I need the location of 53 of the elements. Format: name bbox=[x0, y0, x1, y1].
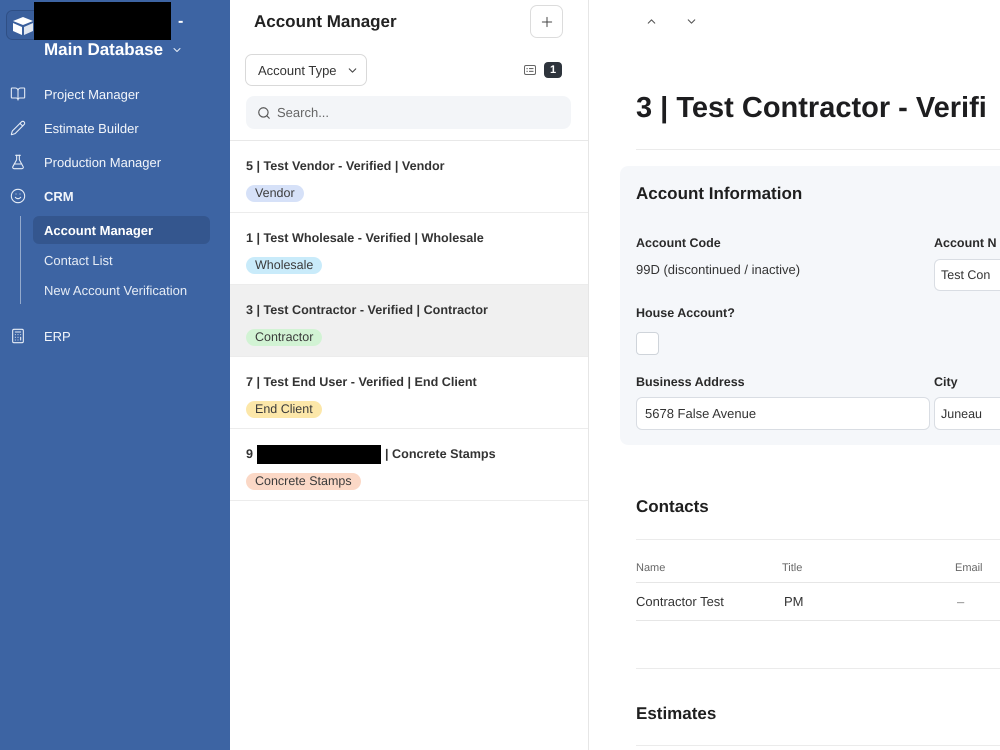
nav-item[interactable]: ERP bbox=[44, 328, 71, 344]
account-type-dropdown[interactable]: Account Type bbox=[245, 54, 367, 86]
section-heading: Estimates bbox=[636, 703, 718, 725]
field-label: House Account? bbox=[636, 305, 736, 322]
pencil-icon bbox=[10, 120, 26, 136]
field-label: Business Address bbox=[636, 374, 746, 391]
nav-subitem[interactable]: Account Manager bbox=[33, 216, 210, 244]
business-address-field[interactable]: 5678 False Avenue bbox=[636, 397, 930, 430]
field-label: City bbox=[934, 374, 959, 391]
account-title: 3 | Test Contractor - Verified | Contractor bbox=[246, 302, 488, 319]
account-title: 7 | Test End User - Verified | End Client bbox=[246, 374, 477, 391]
panel-title: Account Manager bbox=[254, 10, 397, 33]
table-cell-text: – bbox=[956, 592, 966, 610]
column-header: Name bbox=[636, 561, 666, 575]
nav-item[interactable]: Project Manager bbox=[44, 86, 140, 102]
field-label: Account Code bbox=[636, 235, 722, 252]
search-field[interactable]: Search... bbox=[246, 96, 571, 129]
flask-icon bbox=[10, 154, 26, 170]
account-type-tag: Concrete Stamps bbox=[246, 473, 361, 490]
nav-item[interactable]: CRM bbox=[44, 188, 74, 204]
checkbox[interactable] bbox=[636, 332, 659, 355]
nav-item[interactable]: Estimate Builder bbox=[44, 120, 139, 136]
table-cell-text: PM bbox=[783, 592, 804, 610]
workspace-name[interactable]: Main Database bbox=[44, 40, 164, 60]
account-type-tag: Contractor bbox=[246, 329, 322, 346]
list-icon[interactable] bbox=[524, 65, 536, 75]
account-title: 9 bbox=[246, 446, 254, 463]
brand-dash: - bbox=[178, 12, 184, 32]
account-type-tag: Wholesale bbox=[246, 257, 322, 274]
city-field[interactable]: Juneau bbox=[934, 397, 1000, 430]
nav-subitem[interactable]: Contact List bbox=[33, 246, 210, 274]
account-row[interactable]: 3 | Test Contractor - Verified | Contractor Contractor bbox=[230, 285, 588, 357]
account-title: 1 | Test Wholesale - Verified | Wholesale bbox=[246, 230, 484, 247]
account-type-tag: End Client bbox=[246, 401, 322, 418]
account-name-field[interactable]: Test Con bbox=[934, 259, 1000, 291]
section-heading: Contacts bbox=[636, 496, 710, 518]
table-cell-text: Contractor Test bbox=[636, 592, 725, 610]
account-type-tag: Vendor bbox=[246, 185, 304, 202]
account-title: 5 | Test Vendor - Verified | Vendor bbox=[246, 158, 445, 175]
search-icon bbox=[257, 106, 271, 120]
smiley-icon bbox=[10, 188, 26, 204]
nav-item[interactable]: Production Manager bbox=[44, 154, 162, 170]
field-label: Account N bbox=[934, 235, 998, 252]
count-badge: 1 bbox=[544, 62, 562, 78]
nav-subitem[interactable]: New Account Verification bbox=[33, 276, 210, 304]
column-header: Title bbox=[782, 561, 804, 575]
column-header: Email bbox=[955, 561, 984, 575]
calculator-icon bbox=[10, 328, 26, 344]
book-icon bbox=[10, 86, 26, 102]
record-title: 3 | Test Contractor - Verifi bbox=[636, 91, 988, 126]
field-value: 99D (discontinued / inactive) bbox=[636, 261, 802, 279]
account-title: | Concrete Stamps bbox=[385, 446, 496, 463]
section-heading: Account Information bbox=[636, 183, 804, 205]
